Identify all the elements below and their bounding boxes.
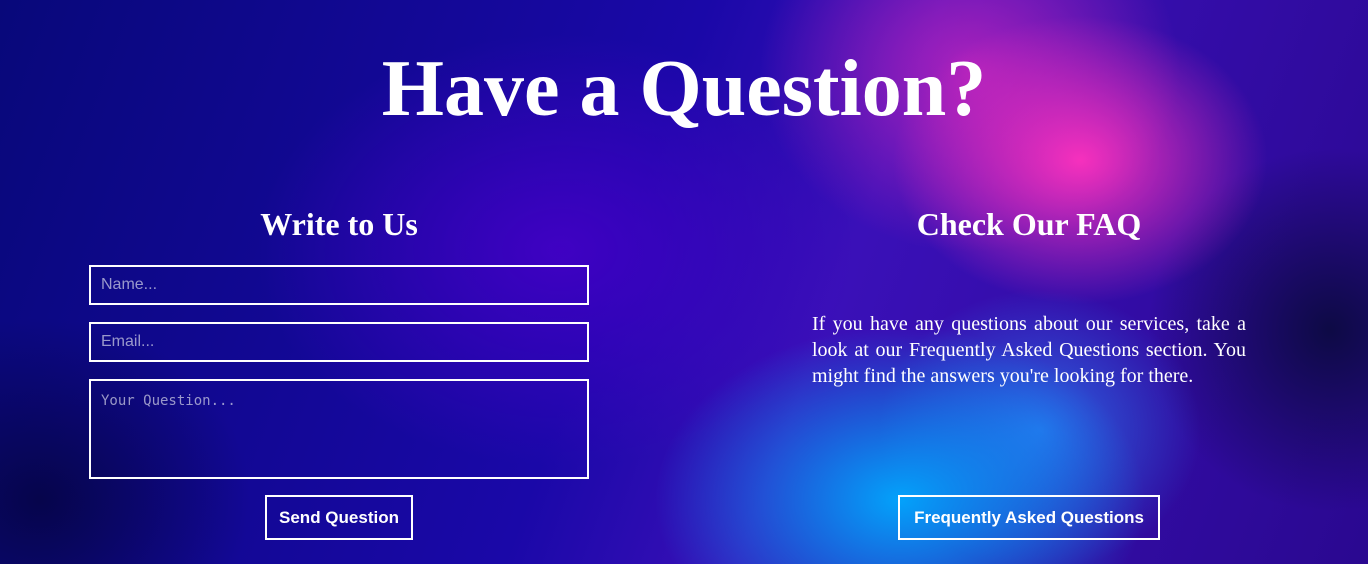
email-input[interactable]: [89, 322, 589, 362]
write-to-us-column: Write to Us Send Question: [89, 200, 589, 540]
faq-heading: Check Our FAQ: [916, 206, 1142, 242]
question-textarea[interactable]: [89, 379, 589, 479]
faq-description: If you have any questions about our serv…: [812, 313, 1246, 387]
contact-section: Have a Question? Write to Us Send Questi…: [0, 0, 1368, 564]
faq-button[interactable]: Frequently Asked Questions: [898, 495, 1160, 540]
send-question-button[interactable]: Send Question: [265, 495, 413, 540]
write-to-us-heading: Write to Us: [260, 206, 418, 242]
name-input[interactable]: [89, 265, 589, 305]
page-title: Have a Question?: [381, 45, 987, 133]
